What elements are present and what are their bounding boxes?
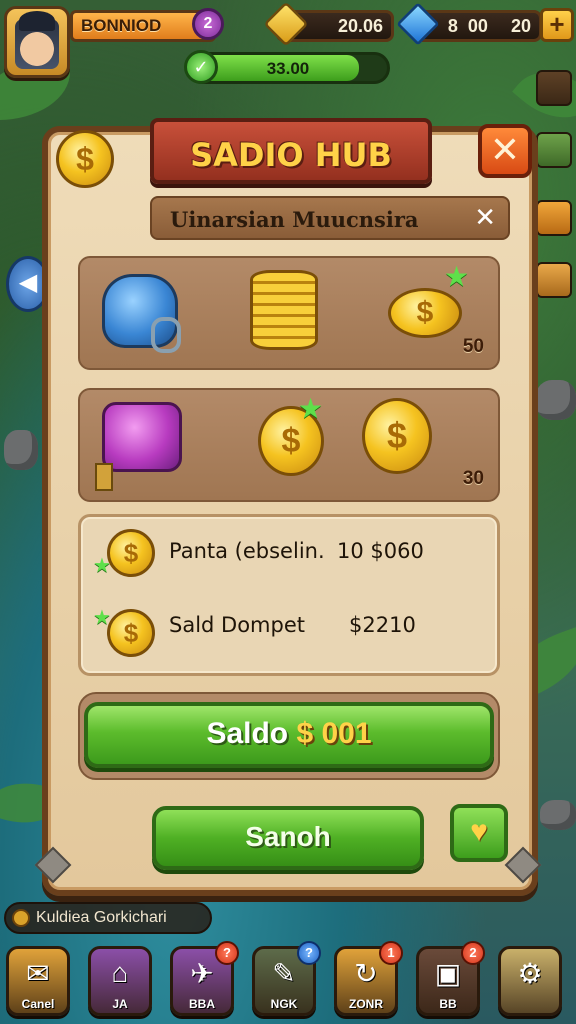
sparkle-icon: ★ — [298, 393, 324, 424]
subheader-bar: Uinarsian Muucnsira ✕ — [150, 196, 510, 240]
subheader-title: Uinarsian Muucnsira — [170, 207, 419, 232]
settings-icon: ⚙ — [517, 958, 543, 989]
check-icon: ✓ — [184, 50, 218, 84]
wallet-label: Sald Dompet — [169, 613, 305, 637]
dock-label: ZONR — [349, 997, 383, 1011]
coin-stack-icon — [250, 270, 318, 350]
xp-value: 33.00 — [266, 59, 310, 78]
home-icon: ⌂ — [111, 957, 129, 988]
background-rock — [536, 380, 576, 420]
dock-label: NGK — [270, 997, 298, 1011]
quest-banner[interactable]: Kuldiea Gorkichari — [4, 902, 212, 934]
notification-badge: ? — [297, 941, 321, 965]
favorite-button[interactable]: ♥ — [450, 804, 508, 862]
avatar-hat — [19, 11, 55, 31]
sparkle-icon: ★ — [93, 555, 111, 577]
events-button[interactable]: ↻ ZONR 1 — [334, 941, 403, 1016]
subheader-close-icon[interactable]: ✕ — [474, 202, 496, 233]
shop-panel — [42, 126, 538, 896]
item-count: 50 — [462, 336, 484, 357]
add-currency-button[interactable]: + — [540, 8, 574, 42]
coin-icon: $ — [107, 529, 155, 577]
craft-button[interactable]: ✎ NGK? — [252, 941, 321, 1016]
settings-button[interactable]: ⚙ — [498, 946, 562, 1016]
side-quest-button[interactable] — [536, 132, 572, 168]
saldo-button[interactable]: Saldo $ 001 — [84, 702, 494, 768]
dock-label: JA — [112, 997, 128, 1011]
saldo-amount: $ 001 — [296, 717, 372, 750]
balance-label: Panta (ebselin. — [169, 539, 325, 563]
saldo-label: Saldo — [206, 717, 289, 750]
wallet-value: $2210 — [349, 613, 416, 637]
map-button[interactable]: ✈ BBA? — [170, 941, 239, 1016]
side-edit-button[interactable] — [536, 200, 572, 236]
dock-label: BBA — [189, 997, 215, 1011]
side-menu-button[interactable] — [536, 70, 572, 106]
mail-icon: ✉ — [26, 958, 50, 989]
balance-info-box: $ ★ Panta (ebselin. 10 $060 $ ★ Sald Dom… — [78, 514, 500, 676]
level-badge: 2 — [192, 8, 224, 40]
item-row[interactable]: $ ★ 50 — [78, 256, 500, 370]
mail-button[interactable]: ✉ Canel — [6, 946, 70, 1016]
balance-value: 10 $060 — [337, 539, 424, 563]
quest-text: Kuldiea Gorkichari — [36, 909, 167, 926]
player-avatar[interactable] — [4, 6, 70, 78]
gem-amount: 8 00 — [447, 16, 488, 36]
chest-icon — [95, 402, 182, 491]
gem-count: 20 — [510, 16, 531, 36]
coin-icon: $ — [362, 398, 432, 474]
coin-icon: $ — [107, 609, 155, 657]
notification-badge: ? — [215, 941, 239, 965]
panel-title: SADIO HUB — [190, 136, 392, 174]
inventory-button[interactable]: ▣ BB 2 — [416, 941, 485, 1016]
dock-label: Canel — [21, 997, 55, 1011]
primary-action-button[interactable]: Sanoh — [152, 806, 424, 870]
side-tools-button[interactable] — [536, 262, 572, 298]
sparkle-icon: ★ — [93, 607, 111, 629]
background-rock — [4, 430, 38, 470]
close-button[interactable]: ✕ — [478, 124, 532, 178]
title-banner: SADIO HUB — [150, 118, 432, 184]
sparkle-icon: ★ — [444, 261, 470, 292]
item-count: 30 — [462, 468, 484, 489]
notification-badge: 1 — [379, 941, 403, 965]
backpack-icon — [102, 274, 181, 353]
home-button[interactable]: ⌂ JA — [88, 946, 152, 1016]
coin-icon: $ — [388, 288, 462, 338]
dock-label: BB — [439, 997, 457, 1011]
background-rock — [540, 800, 576, 830]
item-row[interactable]: $ ★ $ 30 — [78, 388, 500, 502]
coin-icon: $ — [56, 130, 114, 188]
notification-badge: 2 — [461, 941, 485, 965]
quest-icon — [12, 909, 30, 927]
